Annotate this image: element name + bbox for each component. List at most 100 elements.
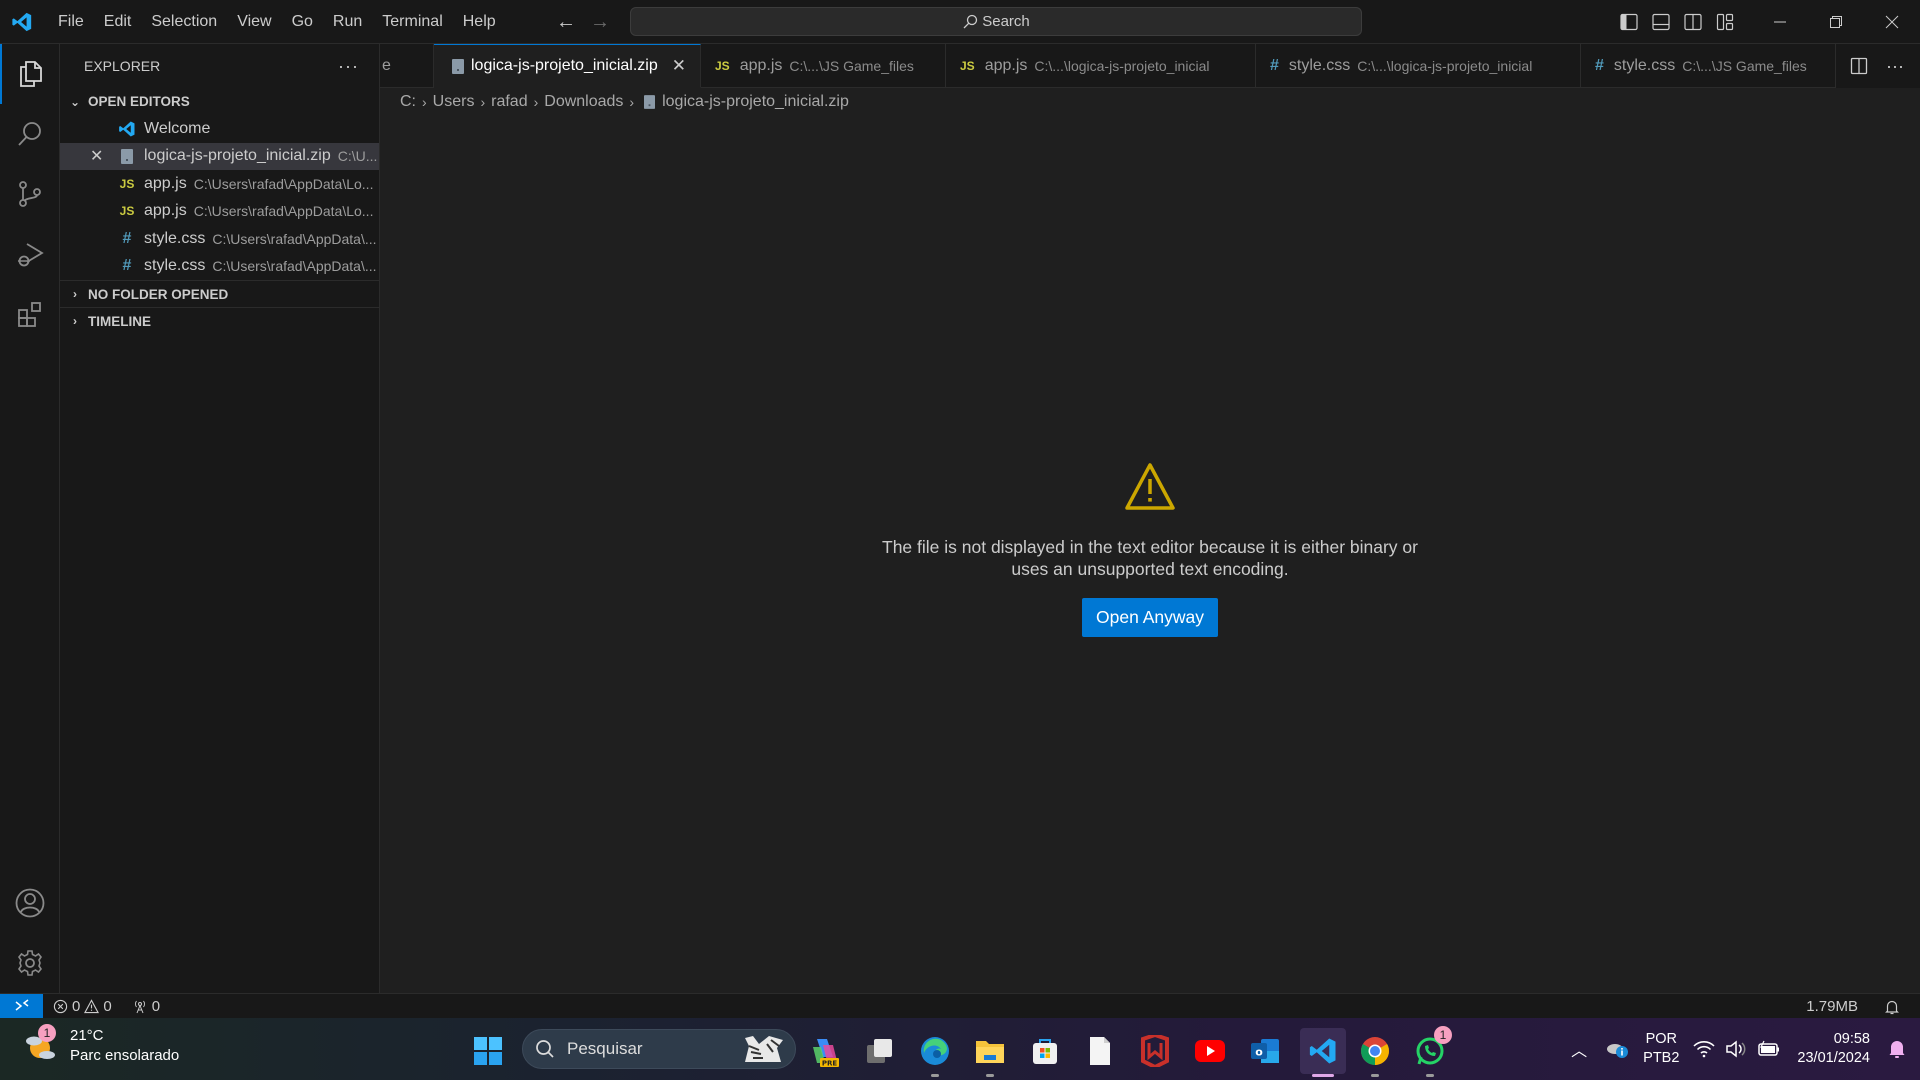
chevron-right-icon: › xyxy=(533,94,539,110)
menu-view[interactable]: View xyxy=(227,9,281,35)
command-center-search[interactable]: Search xyxy=(630,7,1362,36)
volume-icon[interactable] xyxy=(1725,1040,1747,1058)
tab-style-css[interactable]: # style.css C:\...\logica-js-projeto_ini… xyxy=(1256,44,1581,88)
breadcrumb-item[interactable]: Users xyxy=(433,93,475,111)
open-editor-path: C:\Users\rafad\AppData\... xyxy=(212,258,377,275)
remote-icon xyxy=(15,999,28,1011)
tab-welcome-clipped[interactable]: e xyxy=(380,44,434,88)
outlook-app[interactable]: o xyxy=(1245,1031,1285,1071)
menu-help[interactable]: Help xyxy=(453,9,506,35)
tab-label: e xyxy=(382,57,391,74)
file-size[interactable]: 1.79MB xyxy=(1806,998,1858,1015)
chevron-right-icon: › xyxy=(422,94,427,110)
menu-selection[interactable]: Selection xyxy=(141,9,227,35)
timeline-section[interactable]: › TIMELINE xyxy=(60,307,379,334)
menu-go[interactable]: Go xyxy=(282,9,323,35)
menu-edit[interactable]: Edit xyxy=(94,9,142,35)
tab-zip[interactable]: logica-js-projeto_inicial.zip ✕ xyxy=(434,44,701,88)
youtube-app[interactable] xyxy=(1190,1031,1230,1071)
vscode-app[interactable] xyxy=(1300,1028,1346,1077)
breadcrumb-item[interactable]: Downloads xyxy=(544,93,623,111)
binary-file-icon xyxy=(116,148,138,164)
js-file-icon: JS xyxy=(960,59,975,73)
open-editor-item[interactable]: JS app.js C:\Users\rafad\AppData\Lo... xyxy=(60,198,379,226)
toggle-primary-sidebar-icon[interactable] xyxy=(1618,11,1640,33)
customize-layout-icon[interactable] xyxy=(1714,11,1736,33)
start-button[interactable] xyxy=(468,1031,508,1071)
file-explorer-app[interactable] xyxy=(970,1031,1010,1077)
restore-icon[interactable] xyxy=(1808,0,1864,44)
input-language-indicator[interactable]: POR PTB2 xyxy=(1643,1030,1679,1068)
open-editor-item[interactable]: Welcome xyxy=(60,115,379,143)
search-view-icon[interactable] xyxy=(0,104,60,164)
no-folder-label: NO FOLDER OPENED xyxy=(88,286,229,302)
tab-style-css[interactable]: # style.css C:\...\JS Game_files xyxy=(1581,44,1821,88)
open-editor-path: C:\Users\rafad\AppData\Lo... xyxy=(193,203,374,220)
tab-path: C:\...\JS Game_files xyxy=(789,58,914,74)
store-app[interactable] xyxy=(1025,1031,1065,1071)
breadcrumb-item[interactable]: logica-js-projeto_inicial.zip xyxy=(662,93,849,111)
system-clock[interactable]: 09:58 23/01/2024 xyxy=(1797,1030,1870,1068)
taskbar-search[interactable]: Pesquisar xyxy=(522,1029,796,1069)
ports-count: 0 xyxy=(151,997,161,1015)
battery-charging-icon[interactable] xyxy=(1757,1040,1781,1058)
svg-text:o: o xyxy=(1255,1046,1263,1059)
open-editor-item[interactable]: JS app.js C:\Users\rafad\AppData\Lo... xyxy=(60,170,379,198)
forward-arrow-icon[interactable]: → xyxy=(590,11,610,34)
tab-app-js[interactable]: JS app.js C:\...\JS Game_files xyxy=(701,44,946,88)
wifi-icon[interactable] xyxy=(1693,1040,1715,1058)
show-hidden-icons-chevron-icon[interactable]: ︿ xyxy=(1571,1037,1587,1061)
close-window-icon[interactable] xyxy=(1864,0,1920,44)
extensions-icon[interactable] xyxy=(0,284,60,344)
status-right: 1.79MB xyxy=(1806,994,1920,1019)
problems-indicator[interactable]: 0 0 xyxy=(53,998,112,1015)
source-control-icon[interactable] xyxy=(0,164,60,224)
open-editor-name: logica-js-projeto_inicial.zip xyxy=(144,147,331,165)
menu-file[interactable]: File xyxy=(48,9,94,35)
settings-gear-icon[interactable] xyxy=(0,933,60,993)
accounts-icon[interactable] xyxy=(0,873,60,933)
open-editors-section[interactable]: ⌄ OPEN EDITORS xyxy=(60,88,379,115)
youtube-icon xyxy=(1195,1040,1225,1062)
clock-time: 09:58 xyxy=(1833,1031,1870,1047)
toggle-panel-icon[interactable] xyxy=(1650,11,1672,33)
open-editor-item[interactable]: # style.css C:\Users\rafad\AppData\... xyxy=(60,253,379,281)
close-icon[interactable]: ✕ xyxy=(672,56,686,76)
minimize-icon[interactable] xyxy=(1752,0,1808,44)
notifications-bell-icon[interactable] xyxy=(1884,999,1900,1015)
no-folder-section[interactable]: › NO FOLDER OPENED xyxy=(60,280,379,307)
open-anyway-button[interactable]: Open Anyway xyxy=(1082,598,1218,637)
remote-indicator[interactable] xyxy=(0,993,43,1019)
tab-app-js[interactable]: JS app.js C:\...\logica-js-projeto_inici… xyxy=(946,44,1256,88)
open-editor-item[interactable]: # style.css C:\Users\rafad\AppData\... xyxy=(60,225,379,253)
breadcrumb-item[interactable]: rafad xyxy=(491,93,527,111)
run-and-debug-icon[interactable] xyxy=(0,224,60,284)
folder-icon xyxy=(976,1041,1004,1063)
onedrive-icon[interactable] xyxy=(1605,1039,1629,1059)
chrome-app[interactable] xyxy=(1355,1031,1395,1077)
vscode-icon xyxy=(1309,1038,1336,1064)
mcafee-app[interactable] xyxy=(1135,1031,1175,1071)
more-actions-icon[interactable]: ··· xyxy=(338,56,359,77)
menu-terminal[interactable]: Terminal xyxy=(372,9,452,35)
open-editor-item[interactable]: ✕ logica-js-projeto_inicial.zip C:\U... xyxy=(60,142,379,171)
split-editor-icon[interactable] xyxy=(1850,57,1868,75)
system-tray: ︿ POR PTB2 09:58 23/01/2024 xyxy=(1571,1018,1920,1080)
chevron-right-icon: › xyxy=(73,314,77,328)
weather-widget[interactable]: 1 21°C Parc ensolarado xyxy=(24,1024,179,1066)
edge-app[interactable] xyxy=(915,1031,955,1077)
whatsapp-app[interactable]: 1 xyxy=(1410,1026,1452,1077)
breadcrumb-item[interactable]: C: xyxy=(400,93,416,111)
notifications-bell-icon[interactable] xyxy=(1888,1039,1906,1059)
explorer-icon[interactable] xyxy=(0,44,60,104)
task-view-icon xyxy=(867,1039,892,1063)
close-icon[interactable]: ✕ xyxy=(90,143,103,171)
copilot-app[interactable]: PRE xyxy=(805,1031,845,1071)
task-view-app[interactable] xyxy=(860,1031,900,1071)
menu-run[interactable]: Run xyxy=(323,9,372,35)
ports-indicator[interactable]: 0 xyxy=(132,998,160,1015)
toggle-secondary-sidebar-icon[interactable] xyxy=(1682,11,1704,33)
more-actions-icon[interactable]: ··· xyxy=(1886,56,1904,77)
back-arrow-icon[interactable]: ← xyxy=(556,11,576,34)
notepad-app[interactable] xyxy=(1080,1031,1120,1071)
